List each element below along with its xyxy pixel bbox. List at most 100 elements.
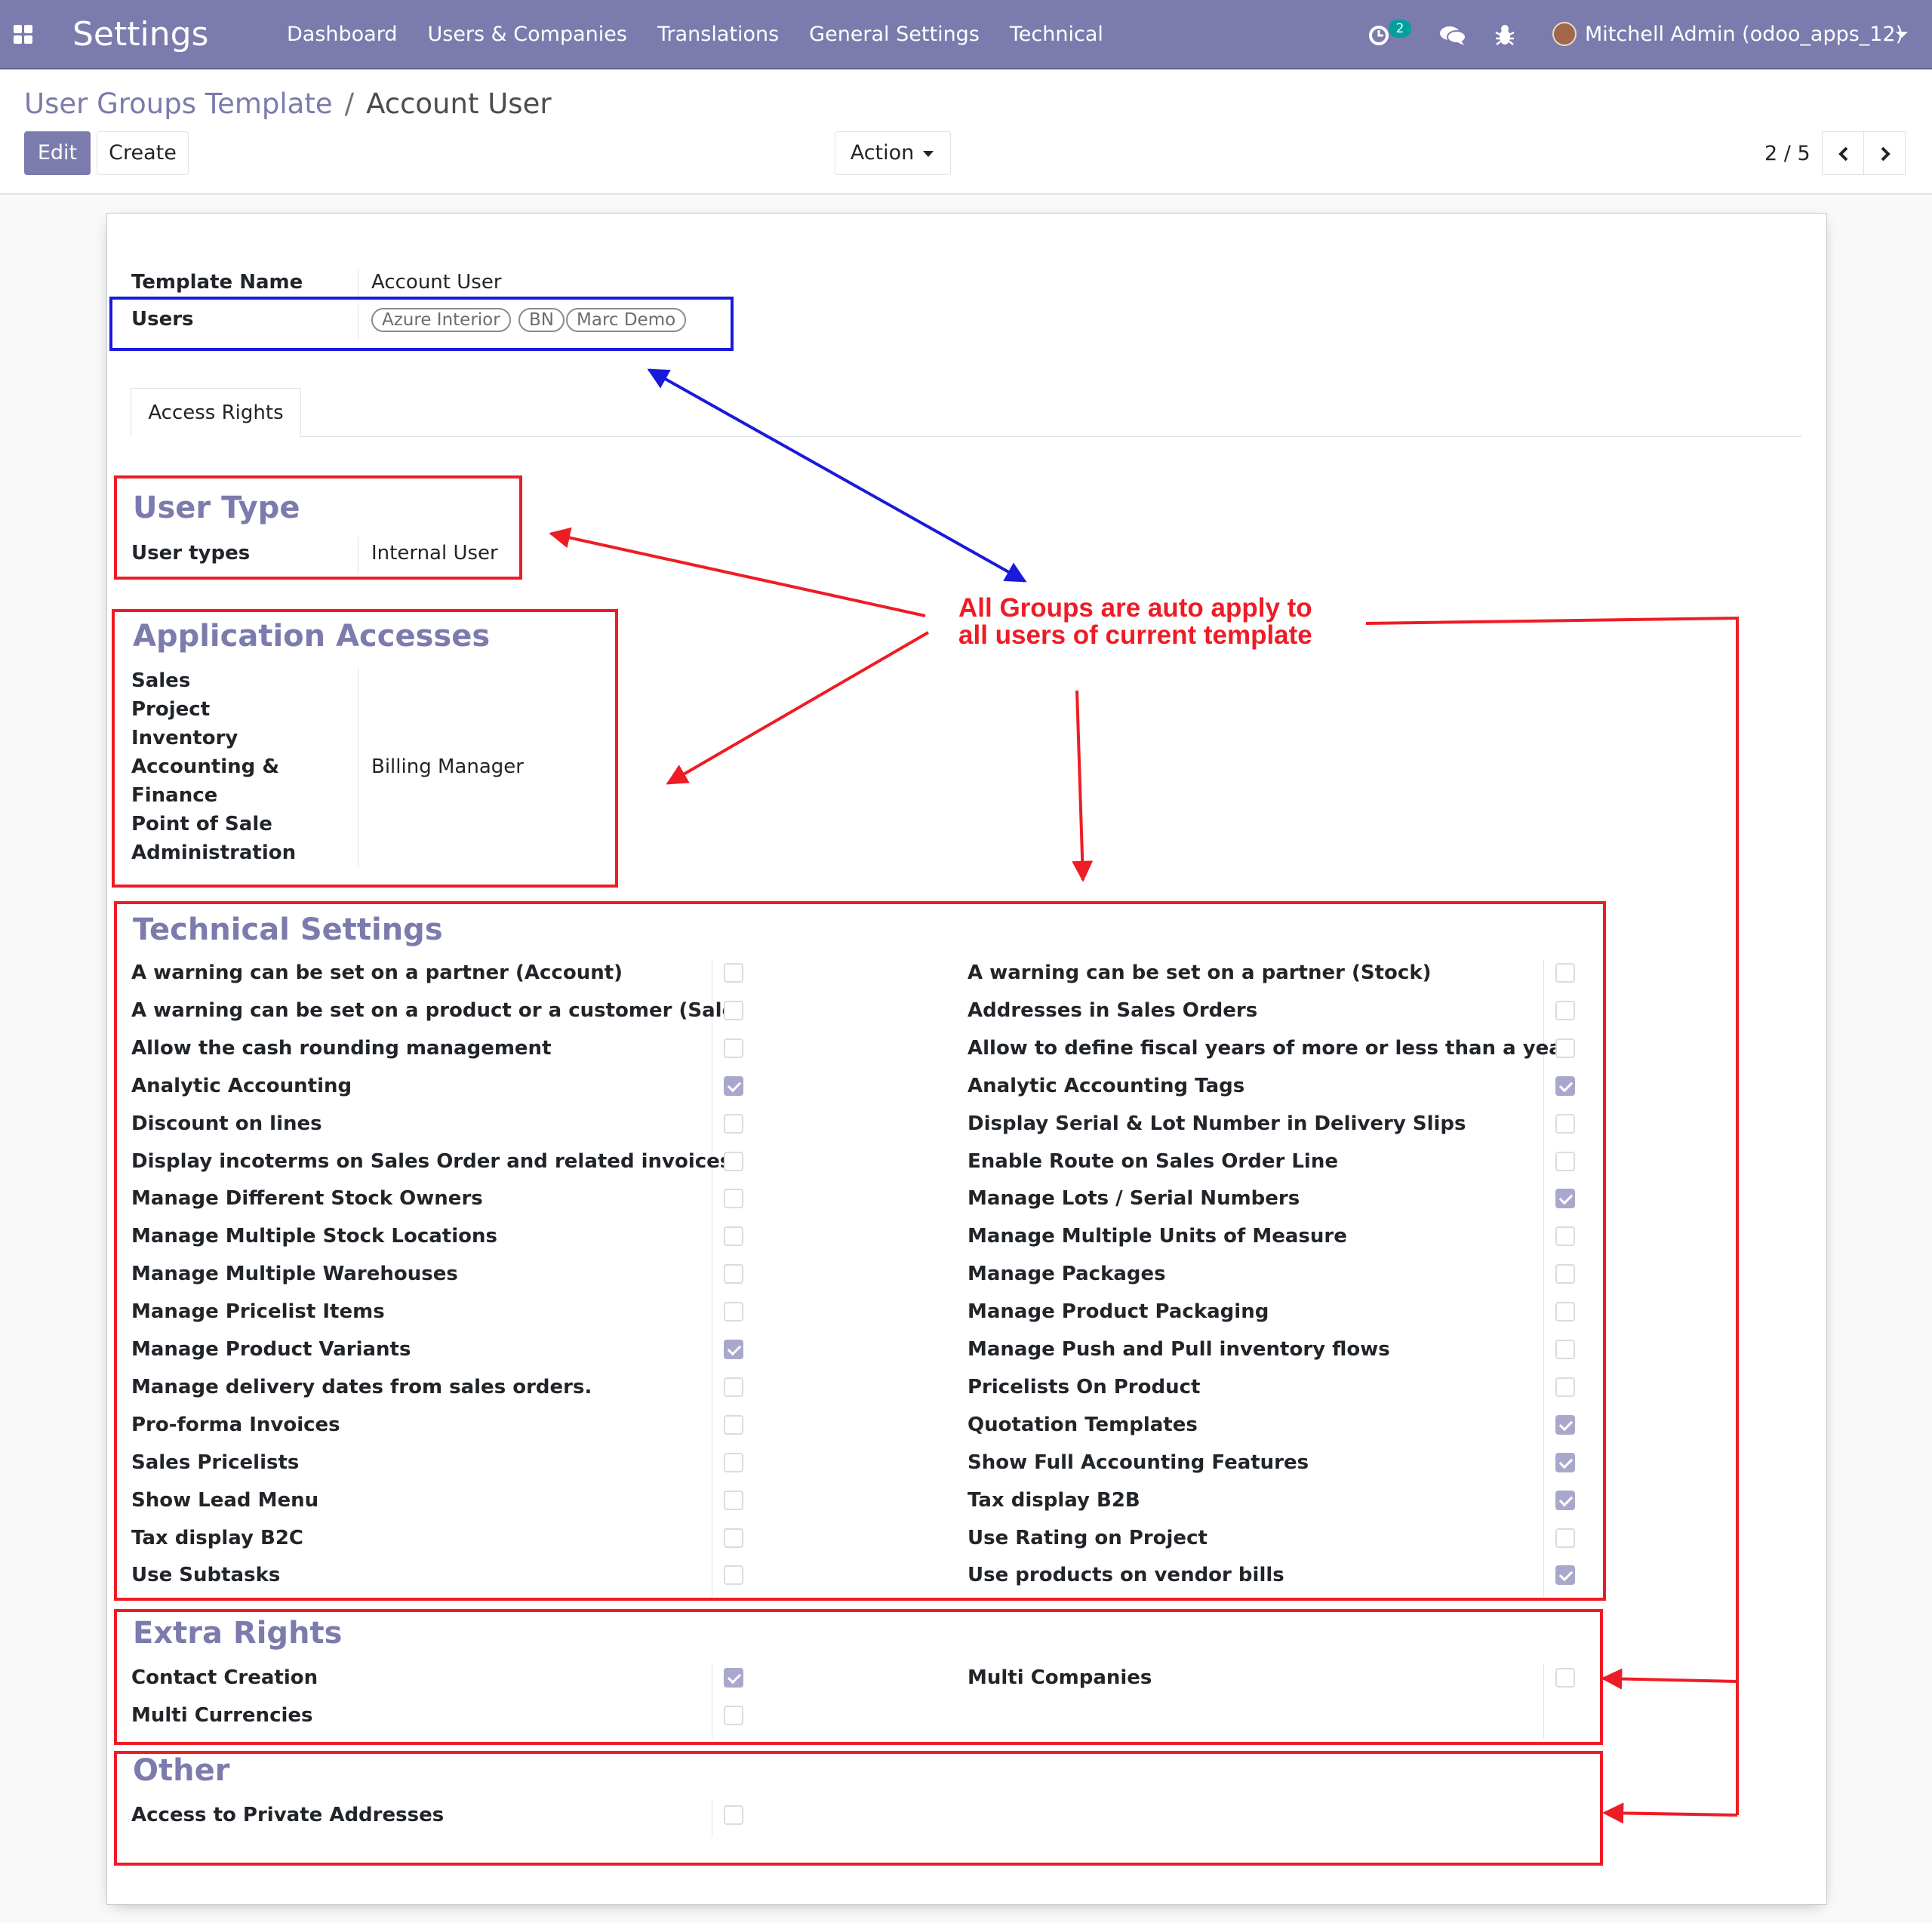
technical-setting-label: Manage Lots / Serial Numbers: [968, 1187, 1300, 1210]
pager-next-button[interactable]: [1863, 131, 1906, 175]
technical-setting-checkbox[interactable]: [1555, 1453, 1575, 1472]
technical-setting-label: Quotation Templates: [968, 1414, 1198, 1436]
tab-access-rights[interactable]: Access Rights: [131, 388, 301, 438]
technical-setting-checkbox[interactable]: [724, 1302, 743, 1321]
extra-right-checkbox[interactable]: [724, 1706, 743, 1725]
technical-setting-checkbox[interactable]: [1555, 1226, 1575, 1246]
menu-translations[interactable]: Translations: [657, 21, 779, 48]
technical-setting-label: Manage Multiple Warehouses: [131, 1263, 458, 1285]
user-tag[interactable]: Marc Demo: [566, 308, 687, 332]
technical-setting-checkbox[interactable]: [1555, 1528, 1575, 1548]
technical-setting-checkbox[interactable]: [724, 1415, 743, 1435]
technical-setting-label: Use products on vendor bills: [968, 1564, 1284, 1586]
app-sales-label: Sales: [131, 669, 191, 692]
app-point-of-sale-label: Point of Sale: [131, 813, 272, 835]
other-right-checkbox[interactable]: [724, 1805, 743, 1825]
accounting-access-value: Billing Manager: [371, 755, 524, 778]
action-dropdown[interactable]: Action: [835, 131, 951, 175]
technical-setting-checkbox[interactable]: [724, 1189, 743, 1208]
app-brand[interactable]: Settings: [72, 14, 208, 56]
technical-setting-checkbox[interactable]: [1555, 1076, 1575, 1096]
technical-setting-checkbox[interactable]: [724, 1001, 743, 1020]
annotation-line-1: All Groups are auto apply to: [958, 593, 1312, 623]
apps-icon[interactable]: [14, 25, 33, 45]
technical-setting-label: Tax display B2B: [968, 1489, 1140, 1512]
user-avatar[interactable]: [1552, 22, 1577, 46]
user-tag[interactable]: BN: [518, 308, 565, 332]
technical-setting-label: Show Full Accounting Features: [968, 1451, 1309, 1474]
pager-previous-button[interactable]: [1822, 131, 1864, 175]
technical-setting-checkbox[interactable]: [724, 1340, 743, 1359]
technical-setting-label: Manage Push and Pull inventory flows: [968, 1338, 1390, 1361]
chevron-right-icon: [1881, 146, 1890, 162]
activity-count-badge: 2: [1389, 20, 1411, 38]
section-user-type-title: User Type: [133, 491, 300, 525]
user-tag[interactable]: Azure Interior: [371, 308, 511, 332]
create-button[interactable]: Create: [97, 131, 189, 175]
technical-setting-label: Manage delivery dates from sales orders.: [131, 1376, 592, 1398]
users-label: Users: [131, 308, 194, 331]
technical-setting-checkbox[interactable]: [1555, 963, 1575, 983]
technical-setting-label: Sales Pricelists: [131, 1451, 300, 1474]
technical-setting-checkbox[interactable]: [724, 1491, 743, 1510]
edit-button[interactable]: Edit: [24, 131, 91, 175]
app-accounting-label: Accounting &: [131, 755, 280, 778]
app-finance-label: Finance: [131, 784, 218, 807]
menu-general-settings[interactable]: General Settings: [809, 21, 980, 48]
technical-setting-checkbox[interactable]: [1555, 1491, 1575, 1510]
extra-right-checkbox[interactable]: [724, 1668, 743, 1688]
technical-setting-label: Show Lead Menu: [131, 1489, 319, 1512]
technical-setting-checkbox[interactable]: [1555, 1415, 1575, 1435]
technical-setting-checkbox[interactable]: [1555, 1038, 1575, 1058]
technical-setting-checkbox[interactable]: [1555, 1264, 1575, 1284]
technical-setting-checkbox[interactable]: [724, 1453, 743, 1472]
pager-value[interactable]: 2 / 5: [1764, 140, 1810, 168]
technical-setting-checkbox[interactable]: [724, 963, 743, 983]
app-inventory-label: Inventory: [131, 727, 238, 749]
technical-setting-checkbox[interactable]: [1555, 1001, 1575, 1020]
technical-setting-checkbox[interactable]: [1555, 1340, 1575, 1359]
technical-setting-label: Enable Route on Sales Order Line: [968, 1150, 1338, 1173]
technical-setting-checkbox[interactable]: [724, 1038, 743, 1058]
technical-setting-checkbox[interactable]: [1555, 1377, 1575, 1397]
technical-setting-label: A warning can be set on a partner (Accou…: [131, 962, 623, 984]
action-label: Action: [850, 141, 915, 165]
technical-setting-label: Manage Different Stock Owners: [131, 1187, 483, 1210]
technical-setting-label: Addresses in Sales Orders: [968, 999, 1258, 1022]
technical-setting-checkbox[interactable]: [724, 1377, 743, 1397]
chat-icon[interactable]: [1438, 18, 1469, 51]
extra-right-checkbox[interactable]: [1555, 1668, 1575, 1688]
technical-setting-checkbox[interactable]: [1555, 1189, 1575, 1208]
technical-setting-label: Pro-forma Invoices: [131, 1414, 340, 1436]
breadcrumb: User Groups Template / Account User: [24, 86, 552, 122]
technical-setting-checkbox[interactable]: [1555, 1152, 1575, 1171]
app-administration-label: Administration: [131, 842, 297, 864]
breadcrumb-parent[interactable]: User Groups Template: [24, 88, 333, 120]
menu-users-companies[interactable]: Users & Companies: [427, 21, 626, 48]
other-right-label: Access to Private Addresses: [131, 1804, 445, 1826]
technical-setting-checkbox[interactable]: [724, 1264, 743, 1284]
technical-setting-checkbox[interactable]: [724, 1226, 743, 1246]
technical-setting-label: Allow the cash rounding management: [131, 1037, 552, 1060]
technical-setting-checkbox[interactable]: [724, 1114, 743, 1134]
technical-setting-label: Use Subtasks: [131, 1564, 281, 1586]
technical-setting-label: Analytic Accounting Tags: [968, 1075, 1245, 1097]
technical-setting-checkbox[interactable]: [1555, 1565, 1575, 1585]
technical-setting-checkbox[interactable]: [724, 1528, 743, 1548]
chevron-down-icon[interactable]: [1896, 32, 1908, 38]
technical-setting-checkbox[interactable]: [724, 1152, 743, 1171]
technical-setting-label: Analytic Accounting: [131, 1075, 352, 1097]
technical-setting-label: Discount on lines: [131, 1112, 322, 1135]
technical-setting-checkbox[interactable]: [724, 1565, 743, 1585]
extra-right-label: Contact Creation: [131, 1666, 318, 1689]
menu-dashboard[interactable]: Dashboard: [287, 21, 397, 48]
annotation-note: All Groups are auto apply to all users o…: [958, 595, 1312, 649]
menu-technical[interactable]: Technical: [1010, 21, 1103, 48]
technical-setting-checkbox[interactable]: [1555, 1114, 1575, 1134]
technical-setting-checkbox[interactable]: [724, 1076, 743, 1096]
caret-down-icon: [923, 151, 934, 157]
bug-icon[interactable]: [1493, 18, 1517, 51]
technical-setting-checkbox[interactable]: [1555, 1302, 1575, 1321]
user-menu[interactable]: Mitchell Admin (odoo_apps_12): [1585, 21, 1903, 48]
technical-setting-label: Manage Pricelist Items: [131, 1300, 385, 1323]
